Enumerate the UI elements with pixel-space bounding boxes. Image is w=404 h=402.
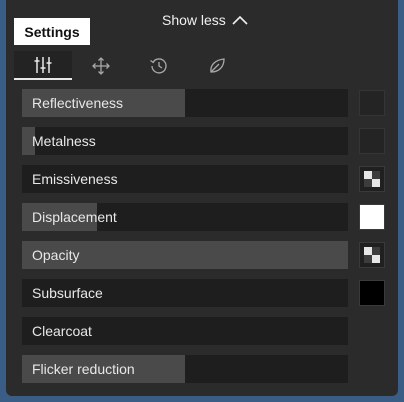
icon-tab-bar [14,51,246,80]
slider-label: Opacity [32,247,80,263]
row-opacity: Opacity [22,241,387,269]
flicker-reduction-slider[interactable]: Flicker reduction [22,355,348,383]
subsurface-slider[interactable]: Subsurface [22,279,348,307]
slider-label: Metalness [32,133,96,149]
tab-transform[interactable] [72,51,130,80]
emissiveness-slider[interactable]: Emissiveness [22,165,348,193]
row-subsurface: Subsurface [22,279,387,307]
metalness-slider[interactable]: Metalness [22,127,348,155]
opacity-texture-swatch[interactable] [359,242,385,268]
row-metalness: Metalness [22,127,387,155]
displacement-color-swatch[interactable] [359,204,385,230]
history-icon [149,56,169,76]
tab-history[interactable] [130,51,188,80]
tab-settings[interactable]: Settings [14,18,90,45]
slider-label: Subsurface [32,285,103,301]
checker-texture-icon [364,247,380,263]
slider-list: Reflectiveness Metalness Emissiveness Di… [22,89,387,393]
sliders-icon [33,55,53,75]
chevron-up-icon [232,15,248,25]
slider-label: Emissiveness [32,171,118,187]
slider-label: Reflectiveness [32,95,124,111]
checker-texture-icon [364,171,380,187]
slider-label: Displacement [32,209,117,225]
row-reflectiveness: Reflectiveness [22,89,387,117]
emissiveness-texture-swatch[interactable] [359,166,385,192]
show-less-label: Show less [162,12,226,28]
move-arrows-icon [91,56,111,76]
row-clearcoat: Clearcoat [22,317,387,345]
row-flicker-reduction: Flicker reduction [22,355,387,383]
row-displacement: Displacement [22,203,387,231]
subsurface-color-swatch[interactable] [359,280,385,306]
tab-sliders[interactable] [14,51,72,80]
leaf-icon [207,56,227,76]
slider-label: Clearcoat [32,323,92,339]
tab-eco[interactable] [188,51,246,80]
displacement-slider[interactable]: Displacement [22,203,348,231]
clearcoat-slider[interactable]: Clearcoat [22,317,348,345]
opacity-slider[interactable]: Opacity [22,241,348,269]
metalness-color-swatch[interactable] [359,128,385,154]
material-settings-panel: Show less Settings Reflectiveness Metaln… [6,0,398,396]
row-emissiveness: Emissiveness [22,165,387,193]
show-less-button[interactable]: Show less [162,10,248,30]
reflectiveness-slider[interactable]: Reflectiveness [22,89,348,117]
reflectiveness-color-swatch[interactable] [359,90,385,116]
tab-settings-label: Settings [24,23,80,40]
slider-label: Flicker reduction [32,361,135,377]
